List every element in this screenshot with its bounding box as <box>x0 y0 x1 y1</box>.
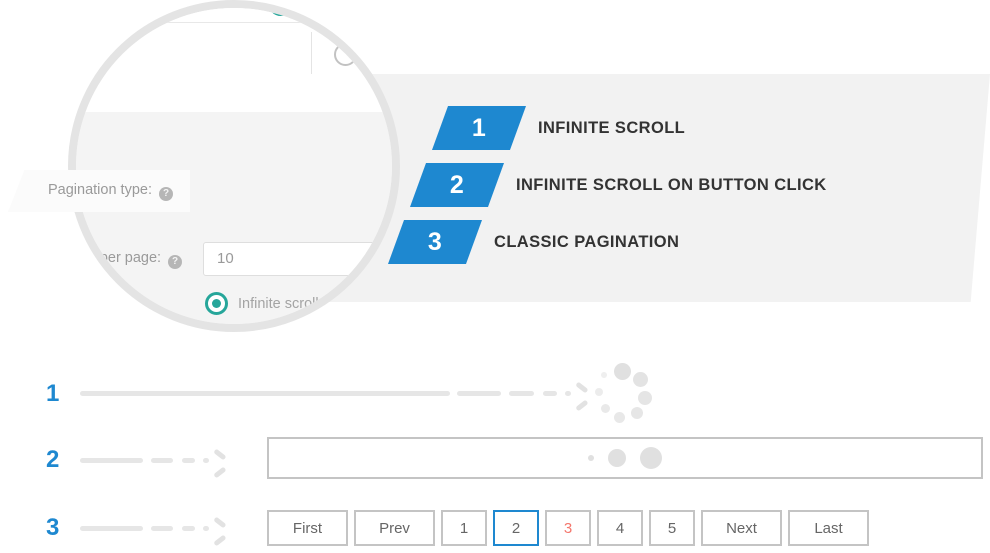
dashed-arrow-3 <box>80 526 212 531</box>
radio-dot-icon <box>205 292 228 315</box>
arrow-segment <box>203 458 209 463</box>
arrow-segment <box>80 458 143 463</box>
legend-label-2: INFINITE SCROLL ON BUTTON CLICK <box>516 175 827 194</box>
legend-badge-1: 1 <box>431 106 527 150</box>
default-radio-label: De <box>364 47 384 64</box>
vertical-divider <box>311 32 312 74</box>
legend-badge-number: 1 <box>472 113 486 142</box>
arrow-segment <box>182 526 195 531</box>
magnifier-lens: gs (portal) De pics per page:? 10 ay typ… <box>68 0 400 332</box>
demo-row-infinite-scroll: 1 <box>0 370 990 416</box>
settings-form-zoomed: gs (portal) De pics per page:? 10 ay typ… <box>76 0 400 332</box>
loading-dot <box>608 449 626 467</box>
arrow-segment <box>509 391 534 396</box>
row-number-3: 3 <box>46 514 60 541</box>
spinner-dot <box>595 388 603 396</box>
pagination-last-button[interactable]: Last <box>788 510 869 546</box>
pagination-first-button[interactable]: First <box>267 510 348 546</box>
default-radio[interactable] <box>334 43 357 66</box>
circular-spinner <box>593 363 653 423</box>
pagination-prev-button[interactable]: Prev <box>354 510 435 546</box>
topics-per-page-label: pics per page:? <box>76 250 183 269</box>
settings-form-white-area: gs (portal) De <box>76 0 392 113</box>
spinner-dot <box>614 412 625 423</box>
help-icon[interactable]: ? <box>159 186 173 201</box>
pagination-page-4[interactable]: 4 <box>597 510 643 546</box>
loading-dot <box>640 447 662 469</box>
spinner-dot <box>633 372 648 387</box>
portal-settings-row <box>76 8 392 23</box>
settings-form-gray-area: pics per page:? 10 ay type:? Infinite sc… <box>76 112 400 332</box>
portal-settings-label: gs (portal) <box>154 0 222 9</box>
legend-label-3: CLASSIC PAGINATION <box>494 232 680 251</box>
arrow-segment <box>80 391 450 396</box>
legend-label-1: INFINITE SCROLL <box>538 118 686 137</box>
legend-badge-number: 2 <box>450 170 464 199</box>
spinner-dot <box>601 372 607 378</box>
spinner-dot <box>614 363 631 380</box>
arrow-segment <box>151 458 173 463</box>
legend-badge-number: 3 <box>428 227 442 256</box>
spinner-dot <box>638 391 652 405</box>
arrow-segment <box>543 391 557 396</box>
radio-label: Infinite scroll <box>238 295 319 312</box>
dashed-arrow-2 <box>80 458 212 463</box>
legend-item-infinite-scroll-button: 2 INFINITE SCROLL ON BUTTON CLICK <box>409 163 827 207</box>
legend-badge-2: 2 <box>409 163 505 207</box>
arrow-segment <box>565 391 571 396</box>
help-icon[interactable]: ? <box>168 255 183 269</box>
spinner-dot <box>631 407 643 419</box>
radio-infinite-scroll-on-button-click[interactable]: Infinite scroll on button click <box>205 329 400 332</box>
pagination-page-1[interactable]: 1 <box>441 510 487 546</box>
legend-item-classic-pagination: 3 CLASSIC PAGINATION <box>387 220 827 264</box>
legend-item-infinite-scroll: 1 INFINITE SCROLL <box>431 106 827 150</box>
classic-pagination: First Prev 1 2 3 4 5 Next Last <box>267 510 869 546</box>
pagination-page-2[interactable]: 2 <box>493 510 539 546</box>
arrow-segment <box>457 391 501 396</box>
pagination-type-tab: Pagination type:? <box>8 170 190 212</box>
pagination-page-5[interactable]: 5 <box>649 510 695 546</box>
load-more-box[interactable] <box>267 437 983 479</box>
arrow-segment <box>182 458 195 463</box>
pagination-page-3[interactable]: 3 <box>545 510 591 546</box>
pagination-type-label: Pagination type:? <box>48 182 173 201</box>
radio-infinite-scroll[interactable]: Infinite scroll <box>205 292 319 315</box>
arrow-segment <box>80 526 143 531</box>
row-number-1: 1 <box>46 380 60 407</box>
row-number-2: 2 <box>46 446 60 473</box>
dashed-arrow-1 <box>80 391 574 396</box>
loading-dot <box>588 455 594 461</box>
arrow-segment <box>151 526 173 531</box>
arrow-segment <box>203 526 209 531</box>
topics-per-page-input[interactable]: 10 <box>203 242 392 276</box>
spinner-dot <box>601 404 610 413</box>
pagination-next-button[interactable]: Next <box>701 510 782 546</box>
radio-dot-icon <box>205 329 228 332</box>
load-more-dots <box>581 447 669 469</box>
legend-list: 1 INFINITE SCROLL 2 INFINITE SCROLL ON B… <box>387 106 827 277</box>
